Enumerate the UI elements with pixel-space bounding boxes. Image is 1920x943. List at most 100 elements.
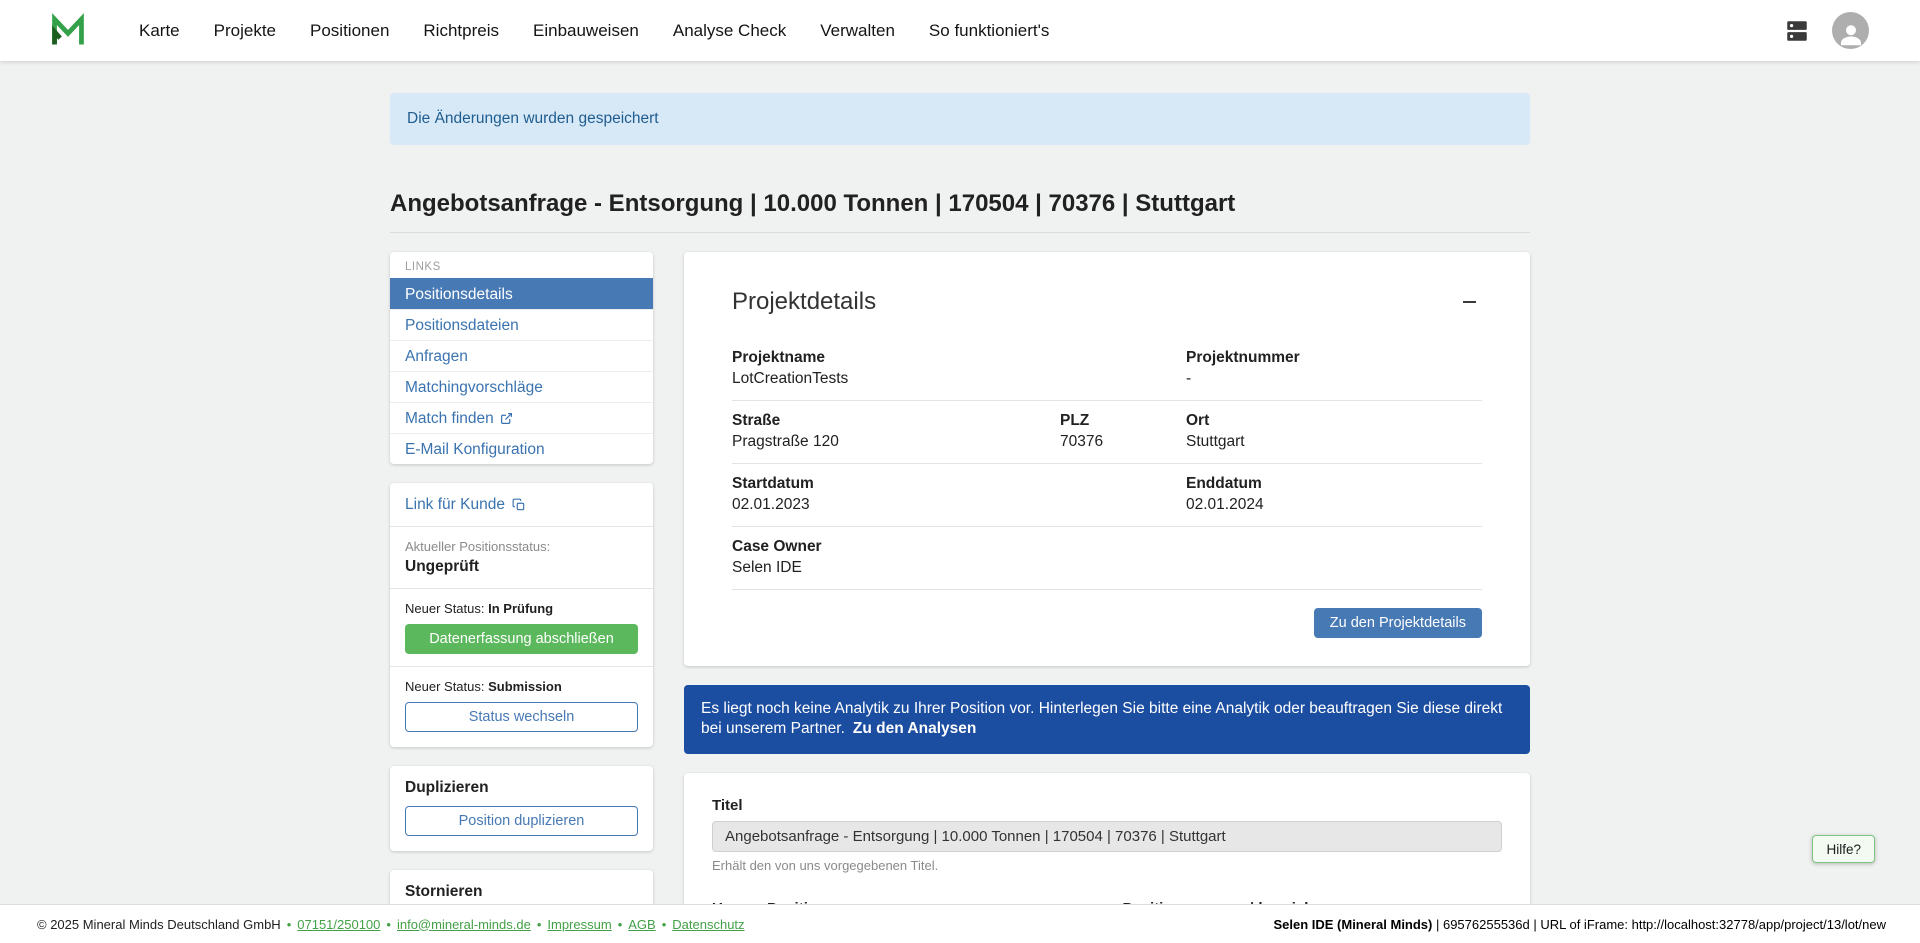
sidebar-item-label: Matchingvorschläge (405, 372, 543, 403)
sidebar-item-label: Positionsdetails (405, 279, 513, 310)
field-label: Ort (1186, 412, 1482, 430)
field-label: Straße (732, 412, 1060, 430)
sidebar-item-match-finden[interactable]: Match finden (390, 402, 653, 433)
new-status-label: Neuer Status: (405, 679, 485, 694)
divider (390, 588, 653, 589)
nav-item-richtpreis[interactable]: Richtpreis (423, 21, 499, 41)
go-to-project-details-button[interactable]: Zu den Projektdetails (1314, 608, 1482, 638)
field-case-owner: Case Owner Selen IDE (732, 538, 1482, 577)
person-icon (1836, 19, 1866, 49)
nav-item-positionen[interactable]: Positionen (310, 21, 389, 41)
saved-alert-text: Die Änderungen wurden gespeichert (407, 110, 659, 127)
sidebar-item-email-konfiguration[interactable]: E-Mail Konfiguration (390, 433, 653, 464)
top-navigation: Karte Projekte Positionen Richtpreis Ein… (0, 0, 1920, 61)
field-projektname: Projektname LotCreationTests (732, 349, 1186, 388)
new-status-value: Submission (488, 679, 562, 694)
field-value: 70376 (1060, 433, 1186, 451)
duplicate-position-button[interactable]: Position duplizieren (405, 806, 638, 836)
brand-logo-icon[interactable] (49, 12, 87, 50)
footer: © 2025 Mineral Minds Deutschland GmbH • … (0, 904, 1920, 943)
sidebar-item-label: Anfragen (405, 341, 468, 372)
field-value: 02.01.2023 (732, 496, 1186, 514)
collapse-button[interactable] (1456, 289, 1482, 315)
main-nav: Karte Projekte Positionen Richtpreis Ein… (139, 21, 1049, 41)
new-status-value: In Prüfung (488, 601, 553, 616)
field-value: Selen IDE (732, 559, 1482, 577)
server-icon[interactable] (1782, 18, 1812, 44)
switch-status-button[interactable]: Status wechseln (405, 702, 638, 732)
field-label: Projektnummer (1186, 349, 1482, 367)
field-value: Pragstraße 120 (732, 433, 1060, 451)
field-label: Enddatum (1186, 475, 1482, 493)
help-button[interactable]: Hilfe? (1812, 835, 1875, 863)
titel-label: Titel (712, 797, 1502, 814)
nav-item-einbauweisen[interactable]: Einbauweisen (533, 21, 639, 41)
duplicate-title: Duplizieren (405, 779, 638, 797)
new-status-line-1: Neuer Status: In Prüfung (405, 601, 638, 616)
nav-item-so-funktionierts[interactable]: So funktioniert's (929, 21, 1049, 41)
customer-link-label: Link für Kunde (405, 496, 505, 514)
field-value: LotCreationTests (732, 370, 1186, 388)
new-status-label: Neuer Status: (405, 601, 485, 616)
footer-link-impressum[interactable]: Impressum (547, 917, 611, 932)
footer-link-datenschutz[interactable]: Datenschutz (672, 917, 744, 932)
field-value: 02.01.2024 (1186, 496, 1482, 514)
project-fields: Projektname LotCreationTests Projektnumm… (732, 338, 1482, 590)
field-label: Projektname (732, 349, 1186, 367)
links-header: LINKS (390, 252, 653, 278)
minus-icon (1463, 301, 1476, 303)
field-label: Case Owner (732, 538, 1482, 556)
sidebar-item-label: E-Mail Konfiguration (405, 434, 545, 465)
field-value: Stuttgart (1186, 433, 1482, 451)
complete-data-entry-button[interactable]: Datenerfassung abschließen (405, 624, 638, 654)
customer-link[interactable]: Link für Kunde (405, 496, 526, 514)
field-label: Startdatum (732, 475, 1186, 493)
sidebar-item-anfragen[interactable]: Anfragen (390, 340, 653, 371)
footer-copyright: © 2025 Mineral Minds Deutschland GmbH (37, 917, 281, 932)
sidebar: LINKS Positionsdetails Positionsdateien … (390, 252, 653, 943)
titel-input (712, 821, 1502, 852)
current-status-value: Ungeprüft (405, 558, 638, 576)
user-avatar[interactable] (1832, 12, 1869, 49)
page-scroll-area: Die Änderungen wurden gespeichert Angebo… (0, 61, 1920, 943)
footer-session-text: | 69576255536d | URL of iFrame: http://l… (1432, 917, 1886, 932)
divider (390, 526, 653, 527)
nav-item-analyse-check[interactable]: Analyse Check (673, 21, 786, 41)
analytics-banner: Es liegt noch keine Analytik zu Ihrer Po… (684, 685, 1530, 754)
sidebar-item-matchingvorschlaege[interactable]: Matchingvorschläge (390, 371, 653, 402)
page-title: Angebotsanfrage - Entsorgung | 10.000 To… (390, 190, 1530, 218)
new-status-line-2: Neuer Status: Submission (405, 679, 638, 694)
analytics-link[interactable]: Zu den Analysen (853, 720, 976, 737)
cancel-title: Stornieren (405, 883, 638, 901)
divider (390, 232, 1530, 233)
current-status-label: Aktueller Positionsstatus: (405, 539, 638, 554)
project-details-title: Projektdetails (732, 288, 876, 316)
footer-link-phone[interactable]: 07151/250100 (297, 917, 380, 932)
status-card: Link für Kunde Aktueller Positionsstatus… (390, 483, 653, 747)
sidebar-item-positionsdetails[interactable]: Positionsdetails (390, 278, 653, 309)
field-ort: Ort Stuttgart (1186, 412, 1482, 451)
sidebar-item-label: Positionsdateien (405, 310, 519, 341)
nav-item-projekte[interactable]: Projekte (214, 21, 276, 41)
analytics-banner-text: Es liegt noch keine Analytik zu Ihrer Po… (701, 700, 1502, 737)
field-strasse: Straße Pragstraße 120 (732, 412, 1060, 451)
saved-alert: Die Änderungen wurden gespeichert (390, 93, 1530, 145)
footer-link-email[interactable]: info@mineral-minds.de (397, 917, 531, 932)
field-value: - (1186, 370, 1482, 388)
footer-link-agb[interactable]: AGB (628, 917, 655, 932)
footer-session-info: Selen IDE (Mineral Minds) | 69576255536d… (1273, 917, 1886, 932)
nav-item-verwalten[interactable]: Verwalten (820, 21, 895, 41)
project-details-card: Projektdetails Projektname LotCreationTe… (684, 252, 1530, 666)
footer-user: Selen IDE (Mineral Minds) (1273, 917, 1432, 932)
field-label: PLZ (1060, 412, 1186, 430)
duplicate-card: Duplizieren Position duplizieren (390, 766, 653, 851)
main-content: Projektdetails Projektname LotCreationTe… (684, 252, 1530, 943)
sidebar-item-positionsdateien[interactable]: Positionsdateien (390, 309, 653, 340)
divider (390, 666, 653, 667)
nav-right-actions (1782, 12, 1869, 49)
links-card: LINKS Positionsdetails Positionsdateien … (390, 252, 653, 464)
nav-item-karte[interactable]: Karte (139, 21, 180, 41)
footer-separator: • (618, 917, 623, 932)
field-plz: PLZ 70376 (1060, 412, 1186, 451)
copy-icon (512, 498, 526, 512)
